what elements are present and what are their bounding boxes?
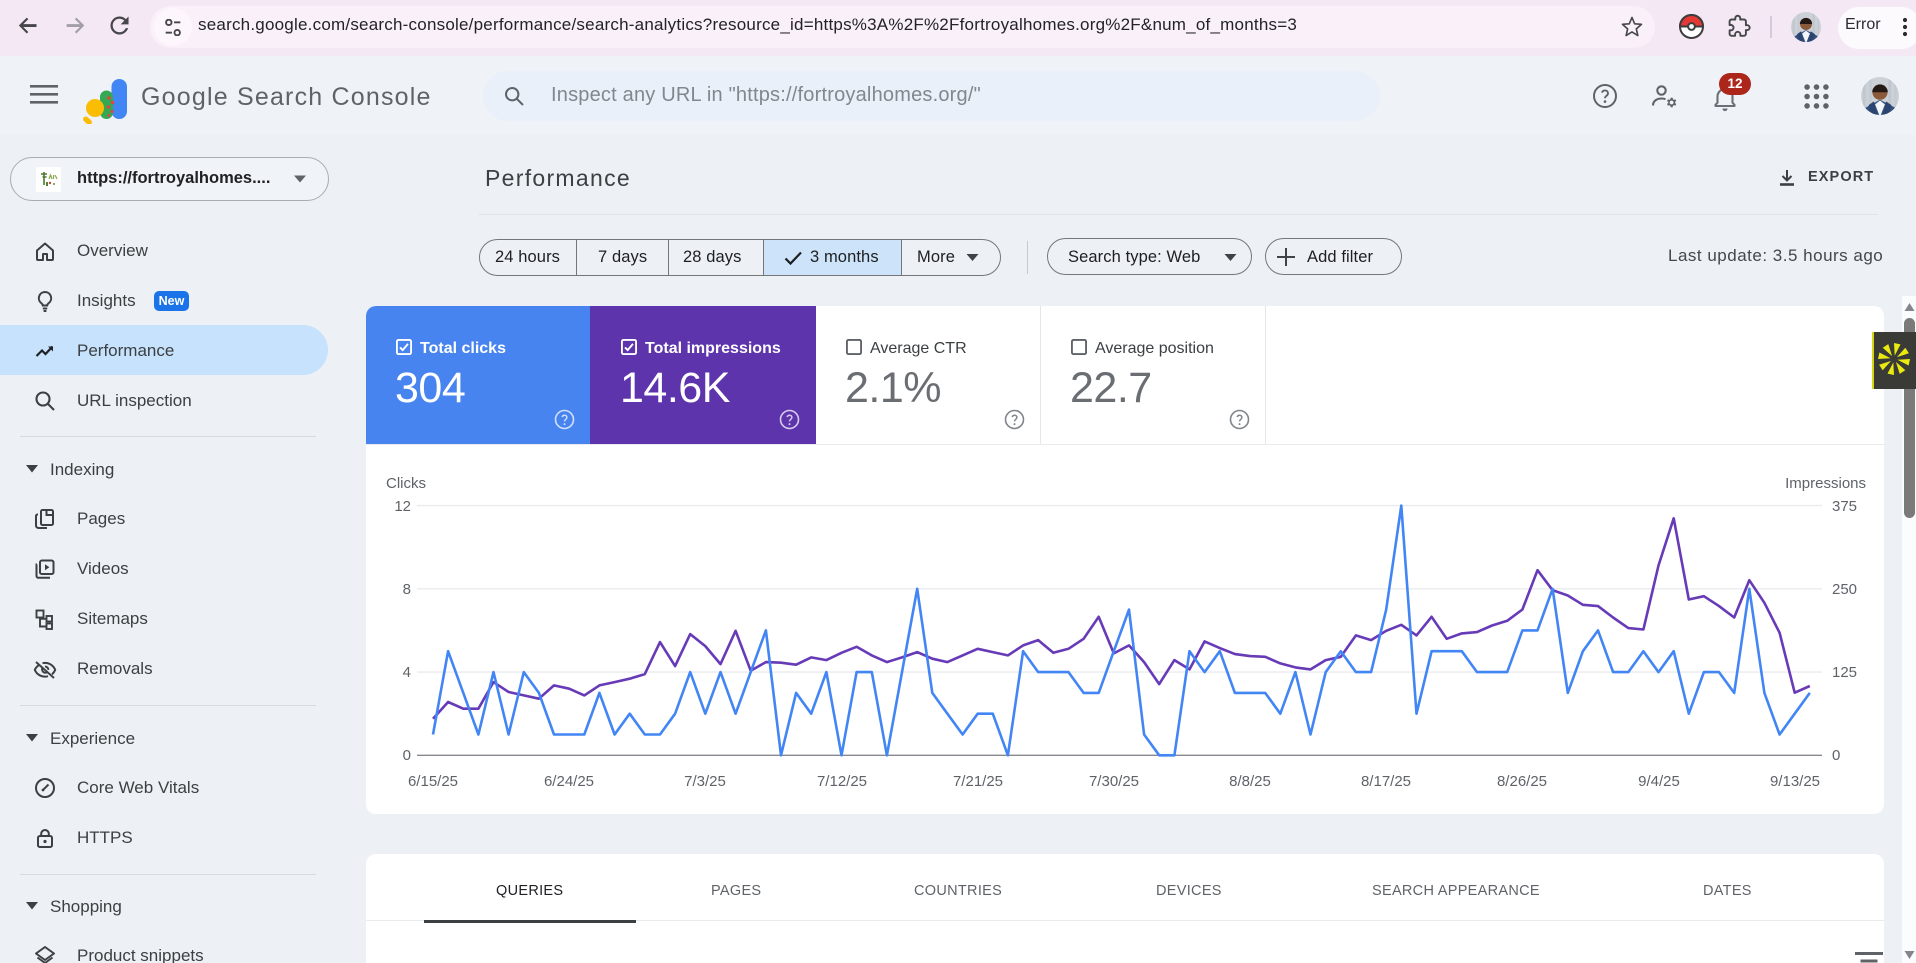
svg-text:6/15/25: 6/15/25 xyxy=(408,773,458,790)
svg-text:250: 250 xyxy=(1832,581,1857,598)
svg-text:375: 375 xyxy=(1832,498,1857,515)
svg-text:125: 125 xyxy=(1832,664,1857,681)
svg-text:7/21/25: 7/21/25 xyxy=(953,773,1003,790)
svg-text:6/24/25: 6/24/25 xyxy=(544,773,594,790)
svg-text:9/13/25: 9/13/25 xyxy=(1770,773,1820,790)
svg-text:8/26/25: 8/26/25 xyxy=(1497,773,1547,790)
svg-text:Impressions: Impressions xyxy=(1785,475,1866,492)
svg-text:8/17/25: 8/17/25 xyxy=(1361,773,1411,790)
svg-text:12: 12 xyxy=(394,498,411,515)
svg-text:7/3/25: 7/3/25 xyxy=(684,773,726,790)
svg-text:8: 8 xyxy=(403,581,411,598)
svg-text:0: 0 xyxy=(1832,747,1840,764)
svg-text:Clicks: Clicks xyxy=(386,475,426,492)
svg-text:7/30/25: 7/30/25 xyxy=(1089,773,1139,790)
svg-text:4: 4 xyxy=(403,664,411,681)
svg-text:9/4/25: 9/4/25 xyxy=(1638,773,1680,790)
svg-text:7/12/25: 7/12/25 xyxy=(817,773,867,790)
svg-text:0: 0 xyxy=(403,747,411,764)
svg-text:8/8/25: 8/8/25 xyxy=(1229,773,1271,790)
